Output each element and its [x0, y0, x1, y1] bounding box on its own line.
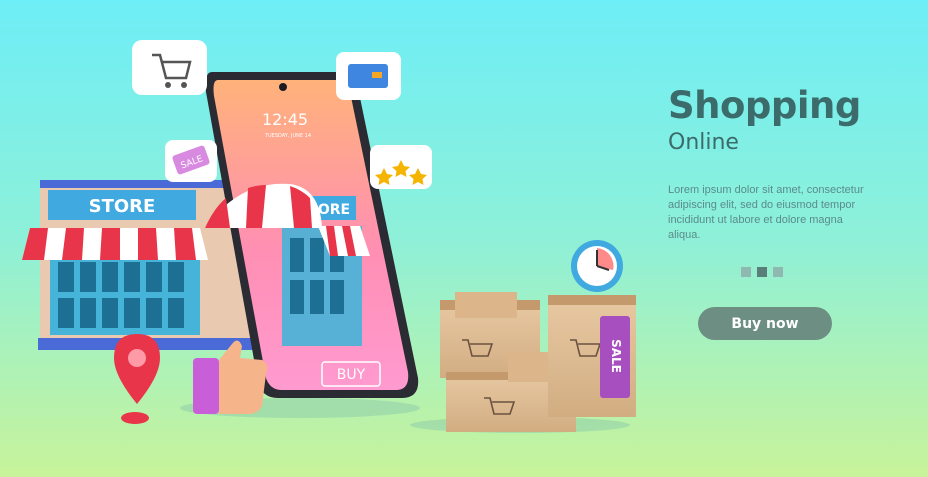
clock-icon: [571, 240, 623, 292]
landing-banner: STORE 12:45 TUESDAY, JUNE 14 ORE BUY SAL…: [0, 0, 928, 477]
store-sign: STORE: [89, 196, 156, 217]
phone-buy-label: BUY: [337, 367, 366, 383]
sale-vertical-label: SALE: [609, 339, 623, 373]
rating-stars-bubble-icon: [370, 145, 432, 189]
sale-bubble-icon: SALE: [165, 140, 217, 182]
pager-dot-2[interactable]: [757, 267, 767, 277]
pager-dot-3[interactable]: [773, 267, 783, 277]
store-sign-side: ORE: [318, 202, 350, 218]
slide-pager: [741, 267, 783, 277]
buy-now-button[interactable]: Buy now: [698, 307, 832, 340]
location-pin-icon: [114, 334, 160, 424]
pager-dot-1[interactable]: [741, 267, 751, 277]
parcel-boxes-icon: SALE: [440, 292, 636, 432]
hero-subtitle: Online: [668, 130, 739, 155]
phone-time: 12:45: [262, 110, 308, 129]
cart-bubble-icon: [132, 40, 207, 95]
phone-date: TUESDAY, JUNE 14: [264, 133, 311, 139]
hero-description: Lorem ipsum dolor sit amet, consectetur …: [668, 184, 864, 241]
hero-title: Shopping: [668, 84, 861, 127]
credit-card-bubble-icon: [336, 52, 401, 100]
